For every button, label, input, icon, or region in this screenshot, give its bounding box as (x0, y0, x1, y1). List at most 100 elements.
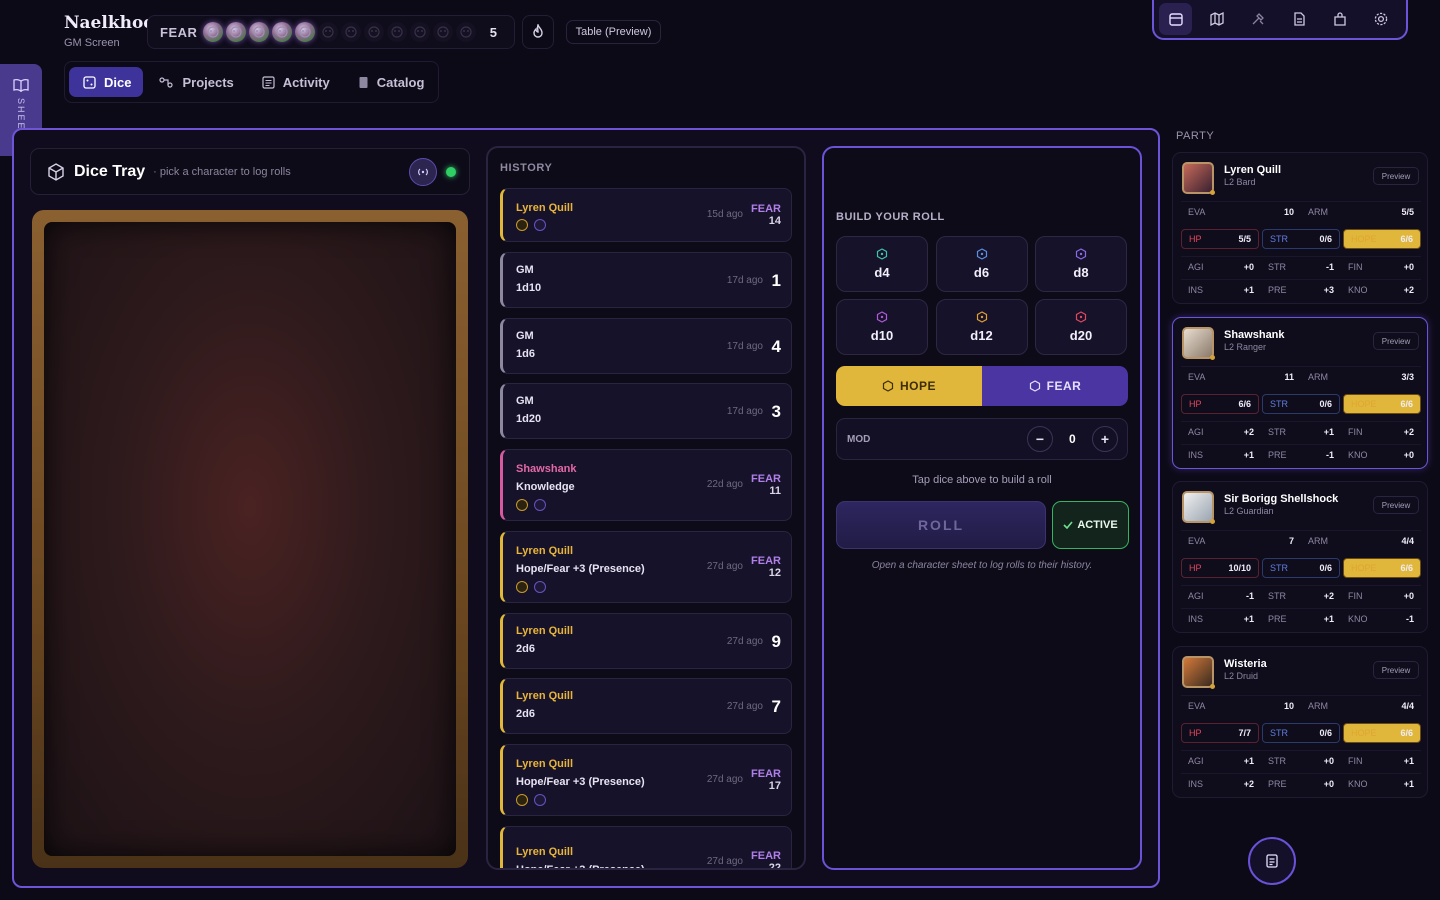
dice-tray[interactable] (32, 210, 468, 868)
fear-token-empty[interactable] (318, 22, 339, 42)
active-toggle-button[interactable]: ACTIVE (1052, 501, 1129, 549)
die-label: d6 (973, 265, 990, 280)
stress-tracker[interactable]: STR 0/6 (1262, 394, 1340, 414)
stress-tracker[interactable]: STR 0/6 (1262, 229, 1340, 249)
fear-result-label: FEAR (751, 203, 781, 215)
party-member-card[interactable]: Lyren Quill L2 Bard Preview EVA 10 ARM 5/5 HP 5/… (1172, 152, 1428, 304)
toolbar-bag-button[interactable] (1324, 3, 1357, 35)
flame-icon (533, 24, 543, 38)
notes-float-button[interactable] (1248, 837, 1296, 885)
mod-increment-button[interactable]: + (1092, 426, 1118, 452)
hope-button[interactable]: HOPE (836, 366, 982, 406)
die-d10-button[interactable]: d10 (836, 299, 928, 355)
hope-tracker[interactable]: HOPE 6/6 (1343, 394, 1421, 414)
history-item-time: 17d ago (726, 275, 763, 286)
history-item[interactable]: GM 1d6 17d ago 4 (500, 318, 792, 374)
party-member-card[interactable]: Shawshank L2 Ranger Preview EVA 11 ARM 3/3 HP 6/… (1172, 317, 1428, 469)
history-item-roll: Hope/Fear +3 (Presence) (516, 563, 645, 575)
party-member-class: L2 Druid (1224, 671, 1259, 681)
hp-tracker[interactable]: HP 7/7 (1181, 723, 1259, 743)
hp-tracker[interactable]: HP 10/10 (1181, 558, 1259, 578)
fear-token-empty[interactable] (341, 22, 362, 42)
fear-token-empty[interactable] (456, 22, 477, 42)
status-dot (1210, 684, 1215, 689)
defense-row: EVA 7 ARM 4/4 (1181, 530, 1421, 550)
toolbar-settings-button[interactable] (1365, 3, 1398, 35)
roll-button[interactable]: ROLL (836, 501, 1046, 549)
tab-dice[interactable]: Dice (69, 67, 144, 97)
fear-result-value: 12 (768, 567, 781, 579)
table-preview-button[interactable]: Table (Preview) (566, 20, 661, 44)
fear-button[interactable]: FEAR (982, 366, 1128, 406)
hope-tracker[interactable]: HOPE 6/6 (1343, 558, 1421, 578)
party-member-card[interactable]: Sir Borigg Shellshock L2 Guardian Preview E… (1172, 481, 1428, 633)
hope-tracker[interactable]: HOPE 6/6 (1343, 723, 1421, 743)
fear-token-empty[interactable] (410, 22, 431, 42)
fear-token-empty[interactable] (433, 22, 454, 42)
agi-label: AGI (1188, 426, 1204, 437)
die-d6-button[interactable]: d6 (935, 236, 1028, 292)
fear-token-empty[interactable] (364, 22, 385, 42)
hp-tracker[interactable]: HP 6/6 (1181, 394, 1259, 414)
fear-token-filled[interactable] (249, 22, 270, 42)
hp-tracker[interactable]: HP 5/5 (1181, 229, 1259, 249)
history-item-author: Lyren Quill (516, 758, 574, 770)
flame-button[interactable] (522, 15, 554, 49)
history-item[interactable]: Lyren Quill Hope/Fear +3 (Presence) 27d ag… (500, 744, 792, 816)
preview-button[interactable]: Preview (1373, 332, 1419, 350)
die-d4-button[interactable]: d4 (836, 236, 928, 292)
str-value: -1 (1325, 261, 1334, 272)
history-item[interactable]: GM 1d20 17d ago 3 (500, 383, 792, 439)
die-d20-button[interactable]: d20 (1035, 299, 1127, 355)
history-item[interactable]: Lyren Quill 2d6 27d ago 9 (500, 613, 792, 669)
toolbar-document-button[interactable] (1283, 3, 1316, 35)
party-member-card[interactable]: Wisteria L2 Druid Preview EVA 10 ARM 4/4 HP 7/7 S… (1172, 646, 1428, 798)
history-item[interactable]: GM 1d10 17d ago 1 (500, 252, 792, 308)
mod-decrement-button[interactable]: − (1027, 426, 1053, 452)
history-item[interactable]: Lyren Quill 15d ago FEAR 14 (500, 188, 792, 242)
tab-activity[interactable]: Activity (248, 67, 342, 97)
traits-row-1: AGI +2 STR +1 FIN +2 (1181, 421, 1421, 441)
die-d8-button[interactable]: d8 (1035, 236, 1127, 292)
preview-button[interactable]: Preview (1373, 661, 1419, 679)
tab-projects[interactable]: Projects (145, 67, 245, 97)
die-d12-button[interactable]: d12 (935, 299, 1028, 355)
history-item[interactable]: Shawshank Knowledge 22d ago FEAR 11 (500, 449, 792, 521)
fear-token-filled[interactable] (203, 22, 224, 42)
pre-value: +1 (1323, 613, 1334, 624)
stress-tracker[interactable]: STR 0/6 (1262, 558, 1340, 578)
agi-value: +1 (1243, 755, 1254, 766)
toolbar-map-button[interactable] (1200, 3, 1233, 35)
history-item-time: 17d ago (726, 341, 763, 352)
arm-value: 4/4 (1401, 700, 1414, 711)
history-item-fear-result: FEAR 14 (751, 203, 781, 227)
history-item-time: 17d ago (726, 406, 763, 417)
history-item[interactable]: Lyren Quill 2d6 27d ago 7 (500, 678, 792, 734)
history-item[interactable]: Lyren Quill Hope/Fear +3 (Presence) 27d ag… (500, 826, 792, 868)
fear-token-empty[interactable] (387, 22, 408, 42)
ins-stat: INS +1 (1181, 608, 1261, 628)
dice-tray-subtitle: · pick a character to log rolls (153, 165, 291, 178)
history-item[interactable]: Lyren Quill Hope/Fear +3 (Presence) 27d ag… (500, 531, 792, 603)
stress-tracker[interactable]: STR 0/6 (1262, 723, 1340, 743)
history-item-dice (516, 499, 552, 511)
map-icon (1210, 11, 1224, 27)
fear-token-filled[interactable] (226, 22, 247, 42)
toolbar-calendar-button[interactable] (1159, 3, 1193, 35)
hope-die-chip (516, 581, 528, 593)
tab-catalog[interactable]: Catalog (344, 67, 437, 97)
broadcast-button[interactable] (409, 158, 437, 186)
dice-tray-felt[interactable] (44, 222, 456, 856)
defense-row: EVA 11 ARM 3/3 (1181, 366, 1421, 386)
document-icon (1294, 12, 1305, 26)
preview-button[interactable]: Preview (1373, 167, 1419, 185)
toolbar-tools-button[interactable] (1241, 3, 1274, 35)
party-member-name: Sir Borigg Shellshock (1224, 493, 1339, 505)
hope-tracker[interactable]: HOPE 6/6 (1343, 229, 1421, 249)
history-item-roll: 1d20 (516, 413, 542, 425)
stress-value: 0/6 (1319, 728, 1332, 738)
fear-token-filled[interactable] (295, 22, 316, 42)
fear-token-filled[interactable] (272, 22, 293, 42)
preview-button[interactable]: Preview (1373, 496, 1419, 514)
d6-icon (976, 248, 987, 260)
